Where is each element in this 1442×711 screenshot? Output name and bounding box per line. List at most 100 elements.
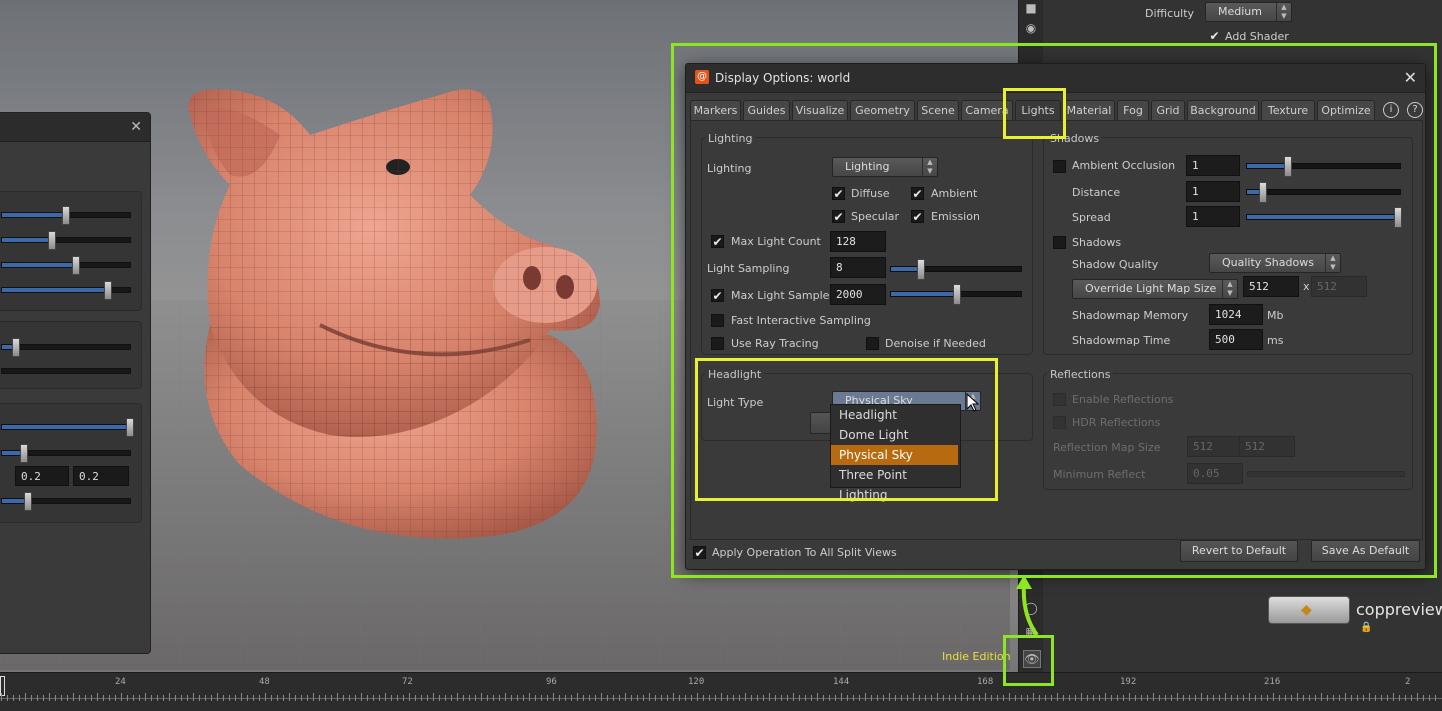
timeline-tick <box>1387 695 1388 701</box>
timeline-tick <box>985 693 986 701</box>
timeline-tick <box>535 695 536 701</box>
timeline-tick <box>805 695 806 701</box>
timeline-tick <box>697 693 698 701</box>
timeline-tick <box>1003 695 1004 701</box>
frame-label: 120 <box>688 677 705 687</box>
timeline-tick <box>1375 695 1376 701</box>
timeline-tick <box>667 695 668 701</box>
timeline-tick <box>265 693 266 701</box>
timeline-tick <box>1075 695 1076 701</box>
timeline[interactable]: 24 48 72 96 120 144 168 192 216 2 <box>0 672 1442 711</box>
timeline-tick <box>1273 693 1274 701</box>
timeline-tick <box>1393 693 1394 701</box>
checkmark-icon[interactable]: ✔ <box>1208 30 1221 43</box>
timeline-tick <box>1195 695 1196 701</box>
timeline-tick <box>253 695 254 701</box>
left-slider[interactable] <box>1 368 131 374</box>
timeline-tick <box>469 695 470 701</box>
timeline-tick <box>589 695 590 701</box>
timeline-tick <box>301 695 302 701</box>
timeline-tick <box>739 695 740 701</box>
value-field[interactable]: 0.2 <box>15 466 69 486</box>
timeline-tick <box>871 695 872 701</box>
timeline-tick <box>397 695 398 701</box>
left-slider[interactable] <box>1 256 131 275</box>
timeline-tick <box>1339 695 1340 701</box>
timeline-tick <box>1225 693 1226 701</box>
timeline-tick <box>343 695 344 701</box>
timeline-tick <box>685 695 686 701</box>
left-slider[interactable] <box>1 338 131 357</box>
timeline-tick <box>115 695 116 701</box>
timeline-tick <box>1411 695 1412 701</box>
timeline-tick <box>1009 693 1010 701</box>
timeline-tick <box>673 693 674 701</box>
timeline-tick <box>1267 695 1268 701</box>
timeline-tick <box>787 695 788 701</box>
close-icon[interactable]: ✕ <box>130 119 142 135</box>
timeline-tick <box>1087 695 1088 701</box>
timeline-tick <box>1423 695 1424 701</box>
timeline-tick <box>943 695 944 701</box>
coppreview-node[interactable]: ◆ <box>1268 596 1350 624</box>
lock-icon: 🔒 <box>1360 622 1373 633</box>
difficulty-dropdown[interactable]: Medium ▲ ▼ <box>1205 2 1292 22</box>
timeline-tick <box>661 695 662 701</box>
frame-label: 144 <box>833 677 850 687</box>
timeline-tick <box>1363 695 1364 701</box>
timeline-tick <box>1183 695 1184 701</box>
timeline-tick <box>427 695 428 701</box>
timeline-tick <box>1015 695 1016 701</box>
frame-label: 168 <box>977 677 994 687</box>
timeline-tick <box>205 695 206 701</box>
timeline-tick <box>1285 695 1286 701</box>
timeline-tick <box>127 695 128 701</box>
timeline-tick <box>103 695 104 701</box>
timeline-tick <box>931 695 932 701</box>
left-panel-group <box>0 321 142 389</box>
timeline-tick <box>49 693 50 701</box>
timeline-tick <box>925 695 926 701</box>
timeline-tick <box>619 695 620 701</box>
timeline-tick <box>973 695 974 701</box>
timeline-tick <box>1141 695 1142 701</box>
timeline-tick <box>1399 695 1400 701</box>
timeline-tick <box>703 695 704 701</box>
left-slider[interactable] <box>1 418 134 437</box>
timeline-tick <box>1057 693 1058 701</box>
timeline-tick <box>1177 693 1178 701</box>
left-slider[interactable] <box>1 281 131 300</box>
left-slider[interactable] <box>1 206 131 225</box>
timeline-tick <box>313 693 314 701</box>
timeline-tick <box>1171 695 1172 701</box>
timeline-tick <box>1351 695 1352 701</box>
timeline-tick <box>217 693 218 701</box>
square-icon[interactable]: ■ <box>1023 0 1039 16</box>
bulb-icon[interactable]: ◉ <box>1023 20 1039 36</box>
timeline-tick <box>997 695 998 701</box>
timeline-tick <box>415 695 416 701</box>
timeline-tick <box>1063 695 1064 701</box>
timeline-tick <box>157 695 158 701</box>
timeline-tick <box>1309 695 1310 701</box>
timeline-tick <box>1279 695 1280 701</box>
timeline-tick <box>307 695 308 701</box>
value-field[interactable]: 0.2 <box>73 466 129 486</box>
timeline-tick <box>109 695 110 701</box>
timeline-tick <box>763 695 764 701</box>
left-slider[interactable] <box>1 444 131 463</box>
timeline-tick <box>421 695 422 701</box>
timeline-tick <box>955 695 956 701</box>
timeline-tick <box>835 695 836 701</box>
timeline-tick <box>643 695 644 701</box>
left-panel-group: 0.2 0.2 <box>0 403 142 523</box>
timeline-tick <box>529 693 530 701</box>
timeline-tick <box>727 695 728 701</box>
timeline-tick <box>889 693 890 701</box>
left-slider[interactable] <box>1 231 131 250</box>
timeline-tick <box>1051 695 1052 701</box>
timeline-tick <box>1261 695 1262 701</box>
timeline-tick <box>937 693 938 701</box>
left-slider[interactable] <box>1 492 131 511</box>
timeline-tick <box>139 695 140 701</box>
